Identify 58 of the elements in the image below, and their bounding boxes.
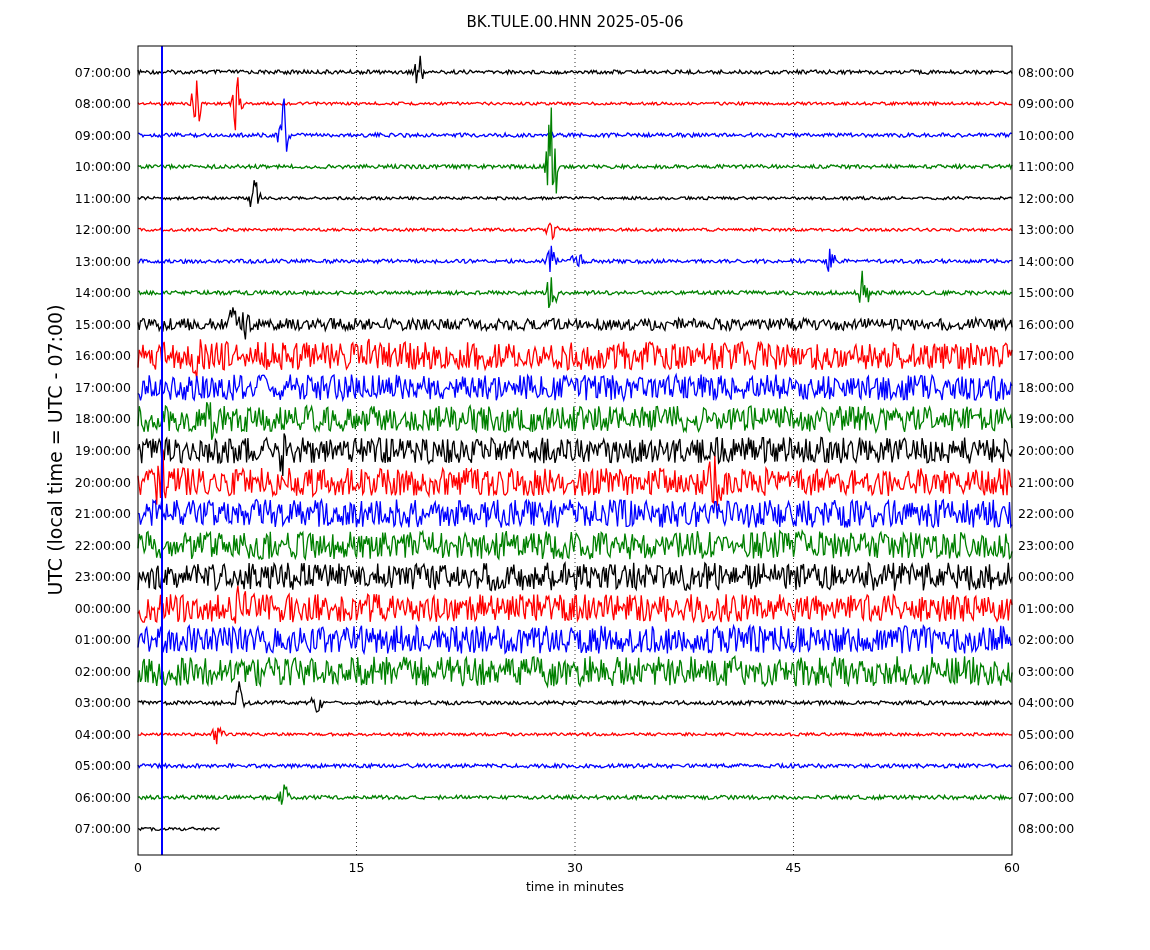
hour-label: 07:00:00 xyxy=(74,64,131,80)
hour-label: 17:00:00 xyxy=(74,379,131,395)
hour-label: 15:00:00 xyxy=(74,316,131,332)
local-hour-label: 04:00:00 xyxy=(1018,695,1075,711)
local-hour-label: 11:00:00 xyxy=(1018,159,1075,175)
local-hour-label: 12:00:00 xyxy=(1018,190,1075,206)
hour-label: 08:00:00 xyxy=(74,96,131,112)
x-tick-label: 60 xyxy=(1004,860,1020,875)
hour-label: 11:00:00 xyxy=(74,190,131,206)
hour-label: 23:00:00 xyxy=(74,569,131,585)
hour-label: 07:00:00 xyxy=(74,821,131,837)
hour-label: 19:00:00 xyxy=(74,443,131,458)
local-hour-label: 17:00:00 xyxy=(1018,348,1075,364)
hour-label: 22:00:00 xyxy=(74,537,131,553)
local-hour-label: 23:00:00 xyxy=(1018,537,1075,553)
hour-label: 00:00:00 xyxy=(74,600,131,616)
local-hour-label: 20:00:00 xyxy=(1018,443,1075,458)
local-hour-label: 07:00:00 xyxy=(1018,789,1075,805)
local-hour-label: 00:00:00 xyxy=(1018,569,1075,585)
plot-title: BK.TULE.00.HNN 2025-05-06 xyxy=(466,13,684,31)
hour-label: 09:00:00 xyxy=(74,127,131,143)
local-hour-label: 14:00:00 xyxy=(1018,253,1075,269)
x-tick-label: 0 xyxy=(134,860,142,875)
local-hour-label: 02:00:00 xyxy=(1018,632,1075,648)
x-tick-label: 30 xyxy=(567,860,583,875)
local-hour-label: 03:00:00 xyxy=(1018,663,1075,679)
hour-label: 20:00:00 xyxy=(74,474,131,490)
local-hour-label: 16:00:00 xyxy=(1018,316,1075,332)
x-axis-label: time in minutes xyxy=(525,879,625,894)
hour-label: 01:00:00 xyxy=(74,632,131,648)
hour-label: 03:00:00 xyxy=(74,695,131,711)
local-hour-label: 13:00:00 xyxy=(1018,222,1075,238)
local-hour-label: 10:00:00 xyxy=(1018,127,1075,143)
local-hour-label: 21:00:00 xyxy=(1018,474,1075,490)
x-tick-label: 45 xyxy=(785,860,802,875)
local-hour-label: 08:00:00 xyxy=(1018,821,1075,837)
local-hour-label: 09:00:00 xyxy=(1018,96,1075,112)
local-hour-label: 19:00:00 xyxy=(1018,411,1075,427)
hour-label: 16:00:00 xyxy=(74,348,131,364)
x-tick-label: 15 xyxy=(348,860,365,875)
y-axis-label: UTC (local time = UTC - 07:00) xyxy=(44,304,66,596)
hour-label: 10:00:00 xyxy=(74,159,131,175)
local-hour-label: 22:00:00 xyxy=(1018,506,1075,522)
local-hour-label: 08:00:00 xyxy=(1018,64,1075,80)
hour-label: 02:00:00 xyxy=(74,663,131,679)
local-hour-label: 05:00:00 xyxy=(1018,726,1075,742)
local-hour-label: 01:00:00 xyxy=(1018,600,1075,616)
local-hour-label: 15:00:00 xyxy=(1018,285,1075,301)
local-hour-label: 18:00:00 xyxy=(1018,379,1075,395)
local-hour-label: 06:00:00 xyxy=(1018,758,1075,774)
hour-label: 05:00:00 xyxy=(74,758,131,774)
hour-label: 13:00:00 xyxy=(74,253,131,269)
hour-label: 12:00:00 xyxy=(74,222,131,238)
hour-label: 21:00:00 xyxy=(74,506,131,522)
hour-label: 14:00:00 xyxy=(74,285,131,301)
hour-label: 04:00:00 xyxy=(74,726,131,742)
hour-label: 06:00:00 xyxy=(74,789,131,805)
hour-label: 18:00:00 xyxy=(74,411,131,427)
